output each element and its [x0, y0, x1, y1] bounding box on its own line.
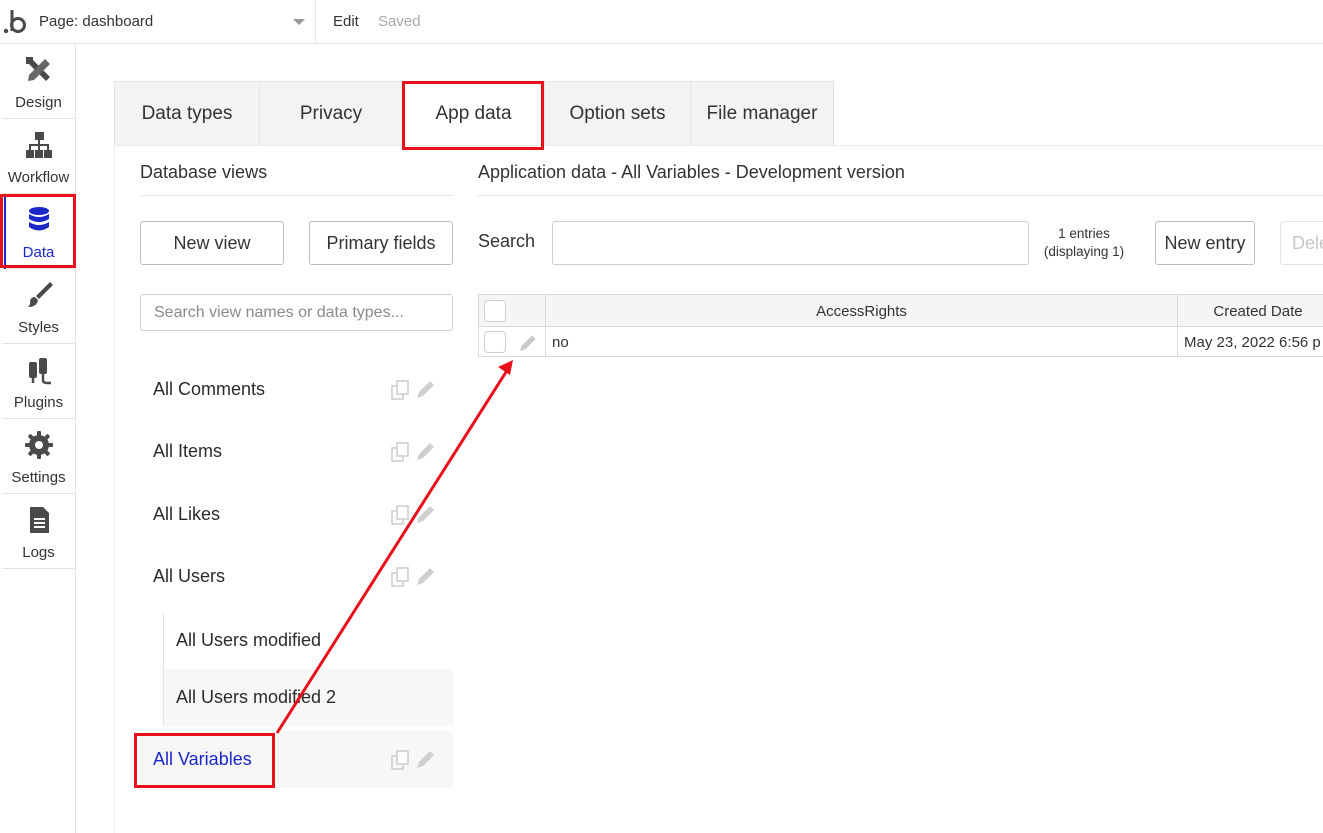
pencil-icon	[417, 568, 434, 585]
sidebar-item-label: Settings	[11, 469, 66, 486]
divider	[478, 195, 1323, 196]
copy-edit-icons[interactable]	[389, 505, 437, 525]
view-name: All Items	[153, 441, 223, 461]
view-name: All Users modified 2	[176, 687, 337, 707]
list-item[interactable]: All Likes	[140, 486, 453, 543]
pencil-icon	[417, 381, 434, 398]
pencil-icon[interactable]	[519, 334, 537, 352]
document-icon	[30, 507, 49, 533]
view-name: All Likes	[153, 504, 221, 524]
divider	[140, 195, 453, 196]
table-cell: May 23, 2022 6:56 p	[1184, 334, 1321, 351]
table-cell: no	[552, 334, 569, 351]
sidebar-item-styles[interactable]: Styles	[2, 269, 75, 344]
list-item-selected[interactable]: All Variables	[140, 731, 453, 788]
sidebar-item-label: Styles	[18, 319, 59, 336]
copy-edit-icons[interactable]	[389, 750, 437, 770]
divider	[114, 145, 115, 833]
pencil-icon	[417, 443, 434, 460]
sidebar-item-design[interactable]: Design	[2, 44, 75, 119]
chevron-down-icon	[293, 19, 305, 25]
sidebar-item-label: Logs	[22, 544, 55, 561]
view-name: All Variables	[153, 749, 252, 769]
copy-edit-icons[interactable]	[389, 380, 437, 400]
tab-app-data[interactable]: App data	[403, 82, 545, 146]
tab-privacy[interactable]: Privacy	[260, 82, 403, 146]
copy-icon	[391, 442, 409, 462]
search-input[interactable]	[552, 221, 1029, 265]
divider	[114, 145, 1323, 146]
copy-icon	[391, 750, 409, 770]
copy-icon	[391, 567, 409, 587]
copy-icon	[391, 505, 409, 525]
page-selector[interactable]: Page: dashboard	[34, 0, 316, 43]
row-checkbox[interactable]	[484, 331, 506, 353]
search-label: Search	[478, 231, 536, 251]
primary-fields-button[interactable]: Primary fields	[309, 221, 453, 265]
bubble-logo-icon[interactable]	[2, 6, 32, 36]
editor-sidebar: Design Workflow Data Styles Plugins Sett…	[0, 44, 76, 833]
list-item[interactable]: All Users modified 2	[163, 669, 453, 726]
copy-edit-icons[interactable]	[389, 567, 437, 587]
top-bar: Page: dashboard Edit Saved	[0, 0, 1323, 44]
copy-icon	[391, 380, 409, 400]
sidebar-item-logs[interactable]: Logs	[2, 494, 75, 569]
data-tabs: Data types Privacy App data Option sets …	[114, 81, 834, 146]
pencil-icon	[417, 751, 434, 768]
copy-edit-icons[interactable]	[389, 442, 437, 462]
list-item[interactable]: All Users modified	[163, 612, 453, 669]
sidebar-item-plugins[interactable]: Plugins	[2, 344, 75, 419]
tab-option-sets[interactable]: Option sets	[545, 82, 691, 146]
plug-icon	[29, 358, 51, 385]
database-views-title: Database views	[140, 162, 268, 182]
data-table: AccessRights Created Date no May 23, 202…	[478, 294, 1323, 357]
design-icon	[26, 57, 50, 81]
select-all-checkbox[interactable]	[484, 300, 506, 322]
list-item[interactable]: All Comments	[140, 361, 453, 418]
tab-file-manager[interactable]: File manager	[691, 82, 833, 146]
page-selector-label: Page: dashboard	[39, 13, 154, 30]
view-search-input[interactable]	[140, 294, 453, 331]
entries-displaying: (displaying 1)	[1043, 244, 1125, 259]
view-name: All Users modified	[176, 630, 322, 650]
column-header-created-date[interactable]: Created Date	[1178, 295, 1323, 327]
tab-data-types[interactable]: Data types	[115, 82, 260, 146]
new-view-button[interactable]: New view	[140, 221, 284, 265]
entries-count: 1 entries (displaying 1)	[1036, 225, 1132, 261]
database-icon	[29, 207, 49, 231]
brush-icon	[28, 282, 53, 307]
column-header-access-rights[interactable]: AccessRights	[546, 295, 1177, 327]
edit-menu[interactable]: Edit	[333, 13, 359, 30]
gear-icon	[25, 431, 53, 459]
sidebar-item-data[interactable]: Data	[2, 194, 75, 269]
workflow-icon	[26, 132, 52, 158]
view-name: All Users	[153, 566, 226, 586]
new-entry-button[interactable]: New entry	[1155, 221, 1255, 265]
save-status: Saved	[378, 13, 421, 30]
delete-button[interactable]: Dele	[1280, 221, 1323, 265]
sidebar-item-settings[interactable]: Settings	[2, 419, 75, 494]
app-data-title: Application data - All Variables - Devel…	[478, 162, 905, 182]
entries-total: 1 entries	[1058, 226, 1110, 241]
sidebar-item-label: Design	[15, 94, 62, 111]
view-name: All Comments	[153, 379, 266, 399]
sidebar-item-label: Plugins	[13, 394, 64, 411]
list-item[interactable]: All Users	[140, 548, 453, 605]
sidebar-item-workflow[interactable]: Workflow	[2, 119, 75, 194]
sidebar-item-label: Workflow	[7, 169, 70, 186]
list-item[interactable]: All Items	[140, 423, 453, 480]
pencil-icon	[417, 506, 434, 523]
sidebar-item-label: Data	[22, 244, 55, 261]
